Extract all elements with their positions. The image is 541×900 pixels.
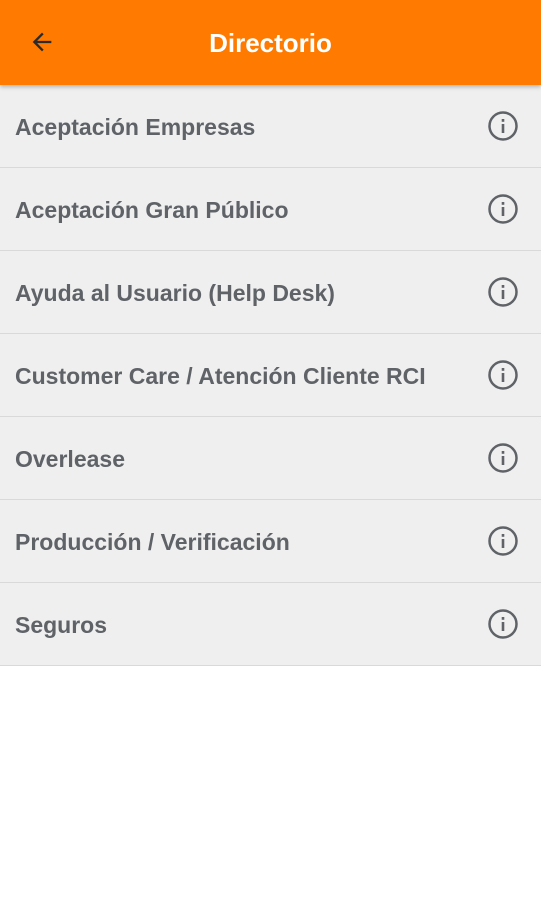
list-item-label: Customer Care / Atención Cliente RCI <box>15 363 426 389</box>
info-icon[interactable] <box>487 608 519 640</box>
info-icon[interactable] <box>487 276 519 308</box>
list-item-label: Seguros <box>15 612 108 638</box>
list-item-label: Aceptación Gran Público <box>15 197 289 223</box>
directory-screen: Directorio Aceptación Empresas Aceptació… <box>0 0 541 900</box>
list-item-label: Overlease <box>15 446 125 472</box>
directory-list: Aceptación Empresas Aceptación Gran Públ… <box>0 85 541 666</box>
list-item-aceptacion-empresas[interactable]: Aceptación Empresas <box>0 85 541 168</box>
list-item-ayuda-al-usuario[interactable]: Ayuda al Usuario (Help Desk) <box>0 251 541 334</box>
list-item-customer-care[interactable]: Customer Care / Atención Cliente RCI <box>0 334 541 417</box>
info-icon[interactable] <box>487 110 519 142</box>
back-button[interactable] <box>22 22 62 62</box>
info-icon[interactable] <box>487 359 519 391</box>
info-icon[interactable] <box>487 442 519 474</box>
list-item-aceptacion-gran-publico[interactable]: Aceptación Gran Público <box>0 168 541 251</box>
arrow-back-icon <box>28 28 56 56</box>
list-item-produccion-verificacion[interactable]: Producción / Verificación <box>0 500 541 583</box>
page-title: Directorio <box>209 28 332 58</box>
list-item-label: Aceptación Empresas <box>15 114 256 140</box>
info-icon[interactable] <box>487 193 519 225</box>
list-item-seguros[interactable]: Seguros <box>0 583 541 666</box>
info-icon[interactable] <box>487 525 519 557</box>
list-item-label: Producción / Verificación <box>15 529 290 555</box>
list-item-label: Ayuda al Usuario (Help Desk) <box>15 280 335 306</box>
list-item-overlease[interactable]: Overlease <box>0 417 541 500</box>
app-bar: Directorio <box>0 0 541 85</box>
